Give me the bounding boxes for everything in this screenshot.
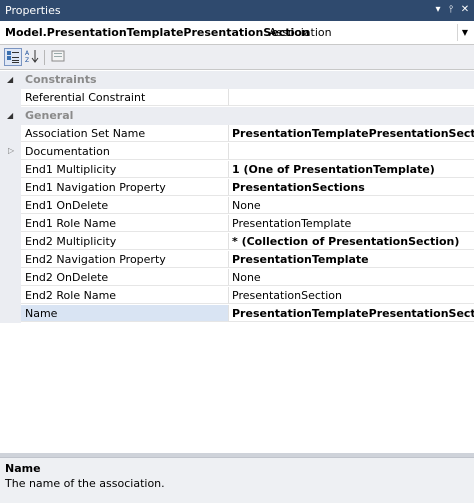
svg-text:Z: Z bbox=[25, 57, 29, 63]
property-name: End2 OnDelete bbox=[21, 269, 228, 286]
property-name: Association Set Name bbox=[21, 125, 228, 142]
close-icon[interactable]: ✕ bbox=[458, 2, 472, 18]
property-row[interactable]: End1 Navigation Property PresentationSec… bbox=[0, 179, 474, 197]
chevron-down-icon[interactable]: ▼ bbox=[457, 24, 472, 41]
property-row[interactable]: End1 Multiplicity 1 (One of Presentation… bbox=[0, 161, 474, 179]
property-name: End2 Role Name bbox=[21, 287, 228, 304]
row-gutter bbox=[0, 251, 21, 269]
collapse-icon[interactable]: ◢ bbox=[7, 75, 13, 84]
property-value[interactable]: 1 (One of PresentationTemplate) bbox=[228, 161, 474, 178]
row-gutter bbox=[0, 269, 21, 287]
property-row[interactable]: End2 OnDelete None bbox=[0, 269, 474, 287]
property-value[interactable]: PresentationSections bbox=[228, 179, 474, 196]
property-name: End1 OnDelete bbox=[21, 197, 228, 214]
alphabetical-button[interactable]: A Z bbox=[24, 48, 42, 66]
category-name: Constraints bbox=[25, 73, 97, 86]
property-value[interactable] bbox=[228, 89, 474, 106]
description-text: The name of the association. bbox=[5, 477, 165, 490]
property-row[interactable]: Referential Constraint bbox=[0, 89, 474, 107]
title-bar: Properties ▾ ⫯ ✕ bbox=[0, 0, 474, 21]
row-gutter bbox=[0, 215, 21, 233]
alphabetical-sort-icon: A Z bbox=[25, 50, 39, 63]
pin-icon[interactable]: ⫯ bbox=[444, 2, 458, 18]
property-row[interactable]: ▷ Documentation bbox=[0, 143, 474, 161]
properties-toolbar: A Z bbox=[0, 45, 474, 70]
property-name: Name bbox=[21, 305, 228, 322]
property-name: Documentation bbox=[21, 143, 228, 160]
expand-icon[interactable]: ▷ bbox=[8, 146, 14, 155]
property-name: End2 Multiplicity bbox=[21, 233, 228, 250]
toolbar-separator bbox=[44, 50, 45, 65]
window-dropdown-icon[interactable]: ▾ bbox=[431, 2, 445, 18]
property-name: End1 Navigation Property bbox=[21, 179, 228, 196]
property-name: Referential Constraint bbox=[21, 89, 228, 106]
collapse-icon[interactable]: ◢ bbox=[7, 111, 13, 120]
row-gutter bbox=[0, 179, 21, 197]
property-row-selected[interactable]: Name PresentationTemplatePresentationSec… bbox=[0, 305, 474, 323]
object-selector[interactable]: Model.PresentationTemplatePresentationSe… bbox=[0, 21, 474, 45]
property-value[interactable]: PresentationTemplatePresentationSection bbox=[228, 125, 474, 142]
categorized-icon bbox=[7, 51, 19, 63]
row-gutter bbox=[0, 125, 21, 143]
category-name: General bbox=[25, 109, 74, 122]
row-gutter bbox=[0, 233, 21, 251]
selected-object-type: Association bbox=[269, 26, 332, 39]
property-row[interactable]: End1 OnDelete None bbox=[0, 197, 474, 215]
property-row[interactable]: End1 Role Name PresentationTemplate bbox=[0, 215, 474, 233]
category-general[interactable]: ◢ General bbox=[0, 107, 474, 125]
categorized-button[interactable] bbox=[4, 48, 22, 66]
window-title: Properties bbox=[5, 4, 61, 17]
property-row[interactable]: End2 Navigation Property PresentationTem… bbox=[0, 251, 474, 269]
property-row[interactable]: End2 Multiplicity * (Collection of Prese… bbox=[0, 233, 474, 251]
selected-object-name: Model.PresentationTemplatePresentationSe… bbox=[5, 26, 310, 39]
property-row[interactable]: End2 Role Name PresentationSection bbox=[0, 287, 474, 305]
property-value[interactable]: PresentationTemplate bbox=[228, 251, 474, 268]
category-constraints[interactable]: ◢ Constraints bbox=[0, 71, 474, 89]
row-gutter bbox=[0, 305, 21, 323]
row-gutter bbox=[0, 287, 21, 305]
property-name: End1 Multiplicity bbox=[21, 161, 228, 178]
row-gutter bbox=[0, 89, 21, 107]
property-value[interactable]: * (Collection of PresentationSection) bbox=[228, 233, 474, 250]
property-pages-button[interactable] bbox=[50, 48, 68, 66]
property-pages-icon bbox=[51, 50, 65, 62]
row-gutter bbox=[0, 161, 21, 179]
property-value[interactable]: PresentationTemplate bbox=[228, 215, 474, 232]
property-value[interactable]: None bbox=[228, 197, 474, 214]
property-value[interactable]: None bbox=[228, 269, 474, 286]
property-value[interactable]: PresentationSection bbox=[228, 287, 474, 304]
property-grid: ◢ Constraints Referential Constraint ◢ G… bbox=[0, 71, 474, 453]
row-gutter: ▷ bbox=[0, 143, 21, 161]
property-name: End2 Navigation Property bbox=[21, 251, 228, 268]
property-name: End1 Role Name bbox=[21, 215, 228, 232]
svg-text:A: A bbox=[25, 50, 30, 57]
property-value[interactable]: PresentationTemplatePresentationSection bbox=[228, 305, 474, 322]
row-gutter bbox=[0, 197, 21, 215]
property-row[interactable]: Association Set Name PresentationTemplat… bbox=[0, 125, 474, 143]
property-value[interactable] bbox=[228, 143, 474, 160]
description-title: Name bbox=[5, 462, 41, 475]
description-pane: Name The name of the association. bbox=[0, 457, 474, 503]
